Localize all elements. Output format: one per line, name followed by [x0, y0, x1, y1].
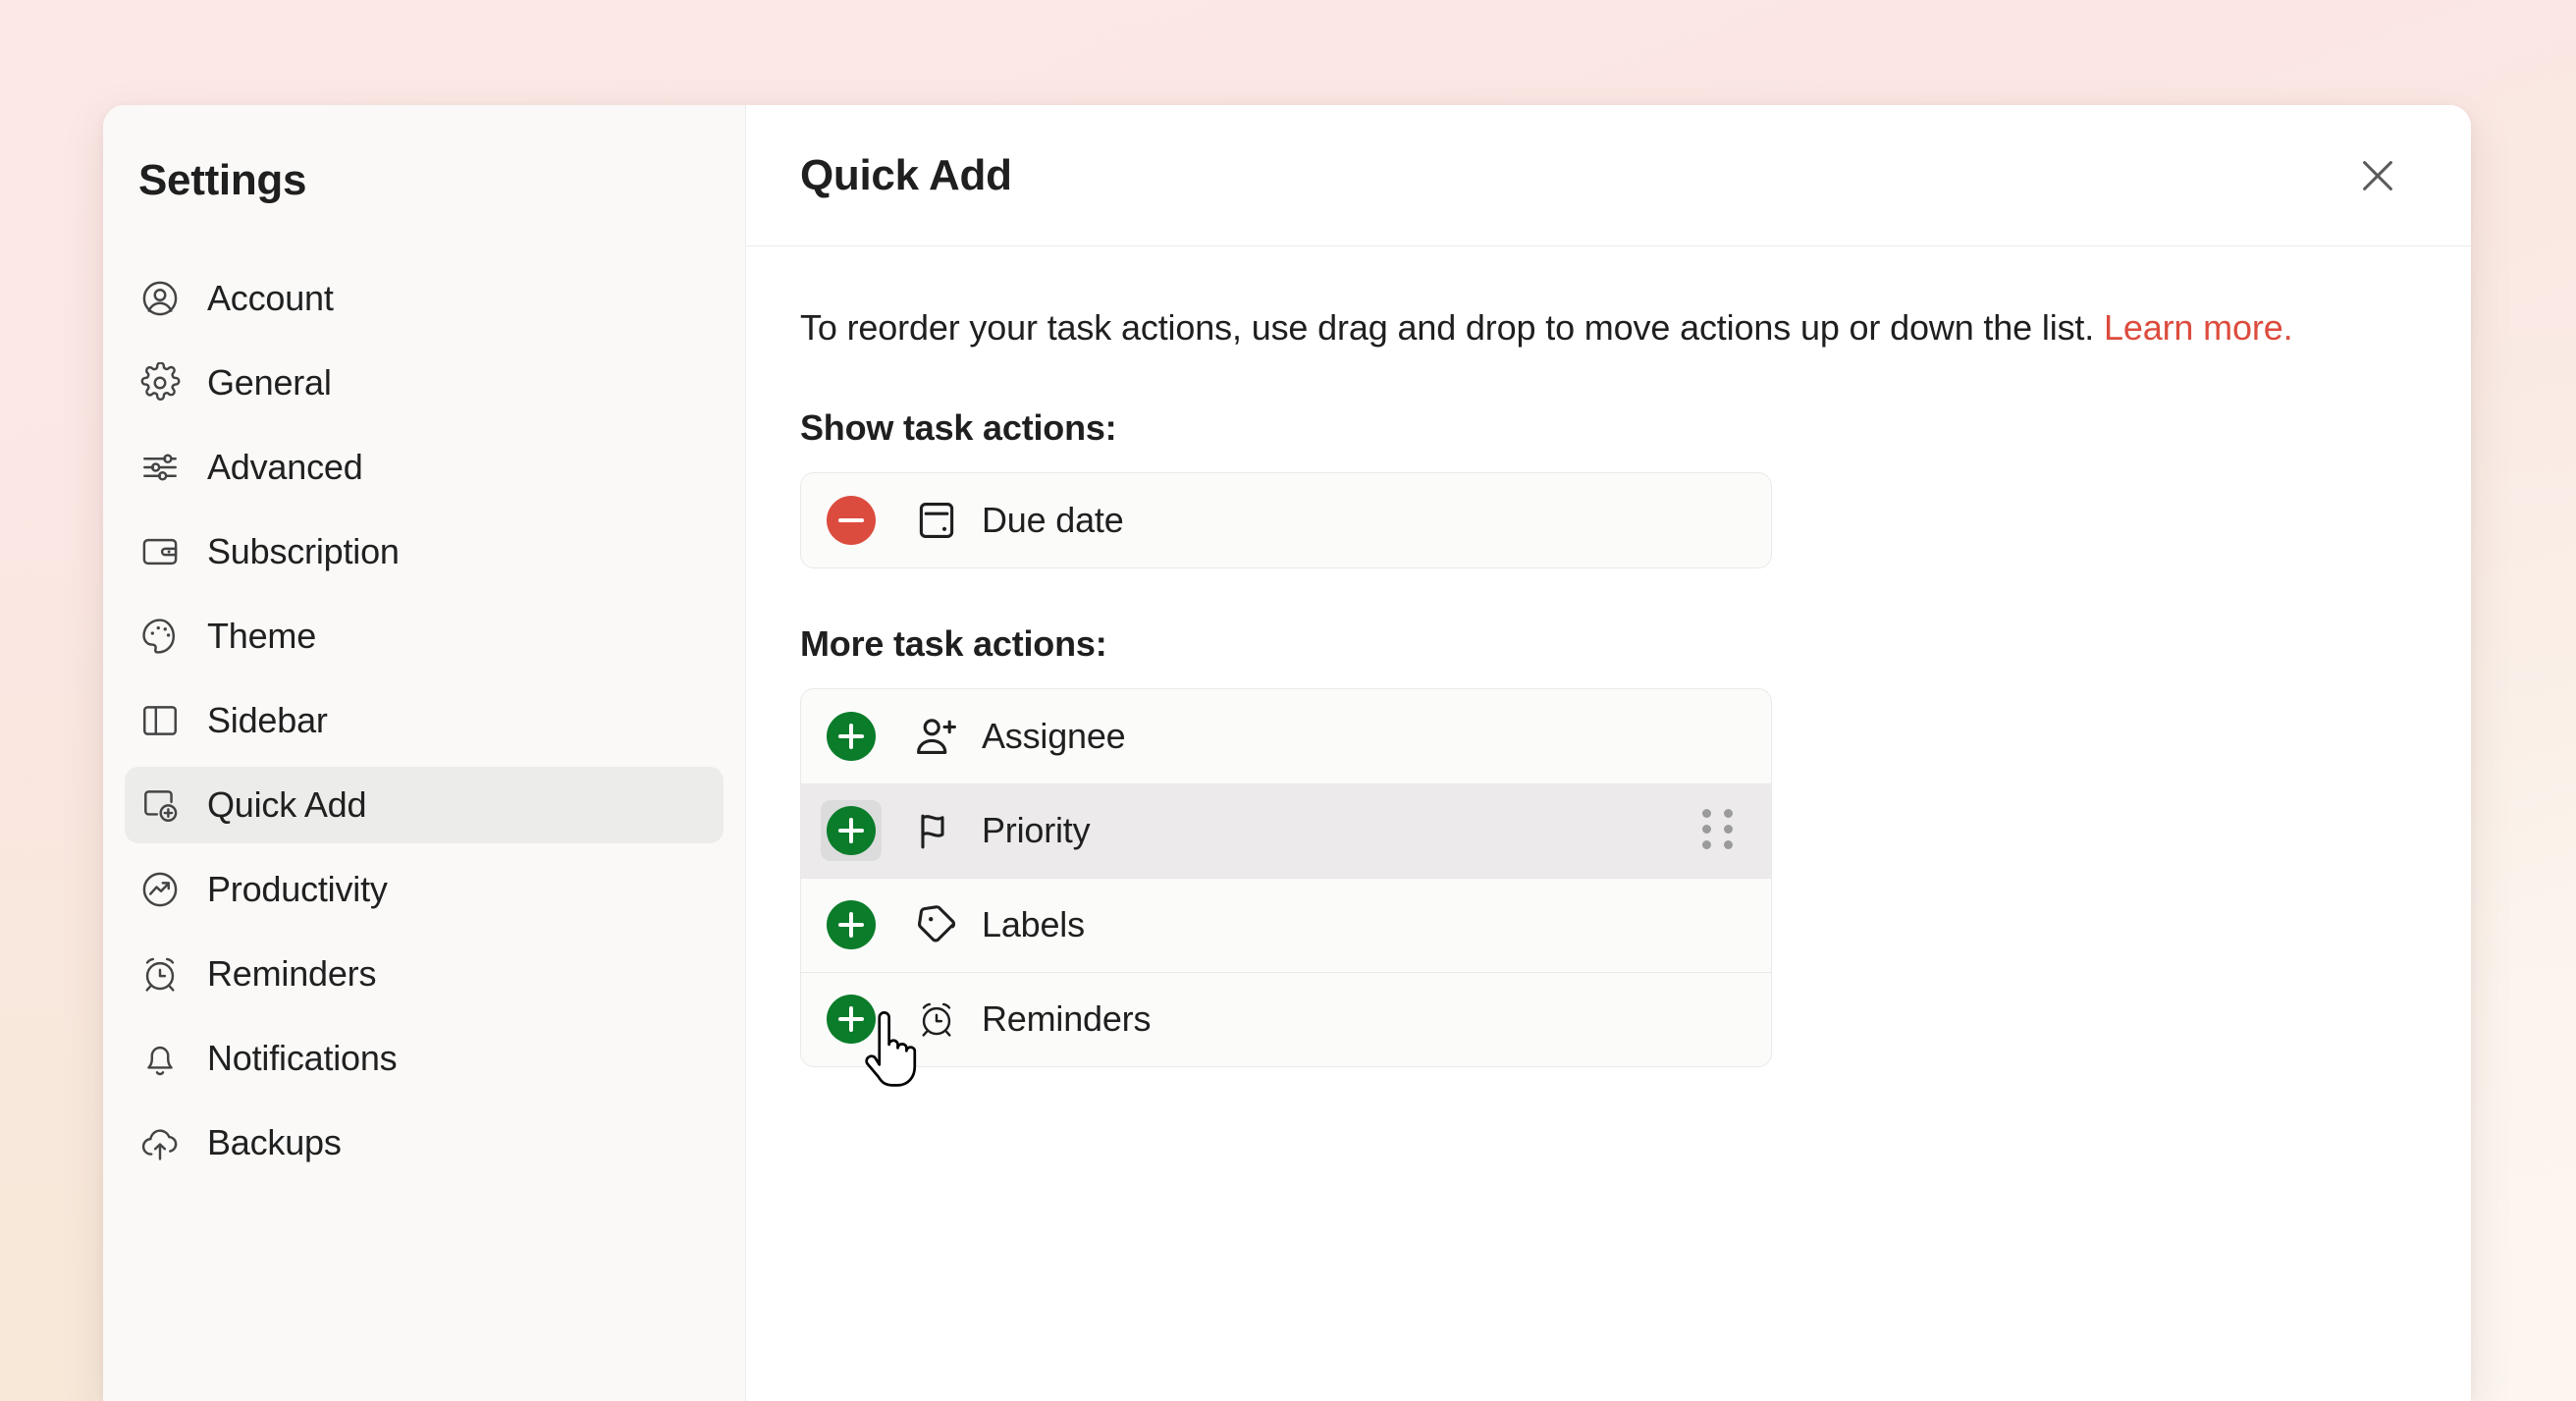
learn-more-link[interactable]: Learn more.	[2104, 307, 2293, 348]
sidebar-item-notifications[interactable]: Notifications	[125, 1020, 724, 1097]
section-heading: More task actions:	[800, 622, 1107, 664]
sidebar-item-label: Advanced	[207, 447, 363, 487]
gear-icon	[138, 361, 182, 404]
task-action-label: Priority	[982, 810, 1091, 851]
sidebar-item-account[interactable]: Account	[125, 260, 724, 337]
add-action-button[interactable]	[821, 894, 882, 955]
sidebar-item-general[interactable]: General	[125, 345, 724, 421]
sidebar-item-label: Reminders	[207, 953, 377, 994]
task-action-sections: Show task actions: Due date More task acti…	[800, 407, 2412, 1067]
task-action-card: Assignee Priority Labels Reminders	[800, 687, 1772, 1067]
intro-text: To reorder your task actions, use drag a…	[800, 303, 2412, 352]
wallet-icon	[138, 530, 182, 573]
task-action-label: Due date	[982, 499, 1124, 540]
task-action-label: Labels	[982, 904, 1085, 945]
settings-dialog: Settings Account General Advanced Subscript…	[103, 105, 2471, 1401]
settings-sidebar: Settings Account General Advanced Subscript…	[103, 105, 746, 1401]
task-action-label: Assignee	[982, 715, 1126, 756]
sidebar-item-label: Quick Add	[207, 784, 367, 825]
sidebar-item-label: Productivity	[207, 869, 388, 909]
add-action-button[interactable]	[821, 800, 882, 862]
task-action-row[interactable]: Priority	[801, 782, 1771, 878]
plus-icon	[827, 711, 876, 761]
task-action-label: Reminders	[982, 998, 1152, 1040]
sidebar-item-subscription[interactable]: Subscription	[125, 513, 724, 590]
sidebar-item-quick-add[interactable]: Quick Add	[125, 767, 724, 843]
task-action-row[interactable]: Labels	[801, 877, 1771, 972]
cloud-upload-icon	[138, 1121, 182, 1164]
sidebar-item-label: Sidebar	[207, 700, 328, 740]
sidebar-item-reminders[interactable]: Reminders	[125, 936, 724, 1012]
due-date-icon	[909, 493, 964, 548]
minus-icon	[827, 495, 876, 545]
alarm-clock-icon	[909, 992, 964, 1047]
user-circle-icon	[138, 277, 182, 320]
intro-sentence: To reorder your task actions, use drag a…	[800, 307, 2104, 348]
flag-icon	[909, 803, 964, 858]
panel-header: Quick Add	[746, 105, 2471, 246]
sidebar-item-productivity[interactable]: Productivity	[125, 851, 724, 928]
sidebar-item-label: Backups	[207, 1122, 342, 1162]
sidebar-item-label: Account	[207, 278, 334, 318]
settings-main-panel: Quick Add To reorder your task actions, …	[746, 105, 2471, 1401]
settings-nav-list: Account General Advanced Subscription Theme S…	[103, 260, 745, 1181]
remove-action-button[interactable]	[821, 490, 882, 551]
sidebar-icon	[138, 699, 182, 742]
sidebar-item-theme[interactable]: Theme	[125, 598, 724, 674]
panel-body: To reorder your task actions, use drag a…	[746, 246, 2471, 1067]
plus-icon	[827, 995, 876, 1045]
trending-up-icon	[138, 868, 182, 911]
sidebar-item-advanced[interactable]: Advanced	[125, 429, 724, 506]
sliders-icon	[138, 446, 182, 489]
assignee-icon	[909, 709, 964, 764]
task-action-row[interactable]: Reminders	[801, 971, 1771, 1066]
palette-icon	[138, 615, 182, 658]
quick-add-icon	[138, 783, 182, 827]
add-action-button[interactable]	[821, 706, 882, 767]
sidebar-item-label: Notifications	[207, 1038, 398, 1078]
add-action-button[interactable]	[821, 989, 882, 1050]
sidebar-item-backups[interactable]: Backups	[125, 1105, 724, 1181]
plus-icon	[827, 806, 876, 856]
settings-title: Settings	[138, 156, 307, 204]
task-action-row[interactable]: Assignee	[801, 689, 1771, 783]
task-action-card: Due date	[800, 471, 1772, 568]
drag-handle-icon[interactable]	[1702, 809, 1738, 852]
sidebar-item-label: Theme	[207, 616, 317, 656]
plus-icon	[827, 900, 876, 950]
tag-icon	[909, 897, 964, 952]
bell-icon	[138, 1037, 182, 1080]
close-icon[interactable]	[2343, 141, 2412, 210]
alarm-clock-icon	[138, 952, 182, 996]
page-title: Quick Add	[800, 150, 1012, 199]
section-heading: Show task actions:	[800, 406, 1117, 448]
sidebar-item-label: Subscription	[207, 531, 400, 571]
sidebar-item-label: General	[207, 362, 332, 403]
sidebar-item-sidebar[interactable]: Sidebar	[125, 682, 724, 759]
task-action-row[interactable]: Due date	[801, 473, 1771, 567]
